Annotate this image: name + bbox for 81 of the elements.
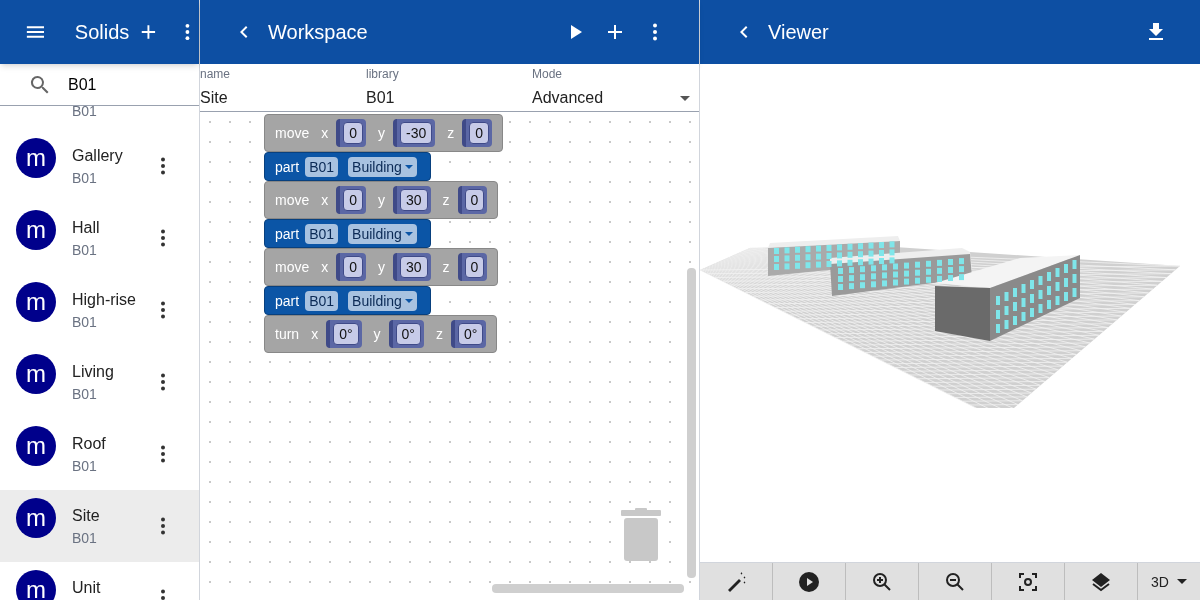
axis-label: x [321, 258, 329, 277]
avatar: m [16, 570, 56, 600]
block-label: move [275, 258, 310, 277]
part-dropdown[interactable]: Building [348, 223, 417, 244]
panel-title: Viewer [768, 20, 830, 45]
item-title: Site [72, 506, 101, 526]
axis-label: y [378, 124, 386, 143]
number-field[interactable]: 30 [400, 256, 428, 278]
number-field[interactable]: 30 [400, 189, 428, 211]
dropdown-icon [404, 298, 413, 303]
item-title: Roof [72, 434, 107, 454]
item-subtitle: B01 [72, 457, 98, 476]
axis-label: z [447, 124, 455, 143]
item-subtitle: B01 [72, 313, 98, 332]
move-block[interactable]: move x 0 y 30 z 0 [264, 248, 499, 286]
mode-select[interactable]: Mode Advanced [532, 64, 698, 111]
part-block[interactable]: part B01 Building [264, 219, 431, 248]
item-title: Hall [72, 218, 101, 238]
axis-label: y [378, 258, 386, 277]
avatar: m [16, 282, 56, 322]
item-subtitle: B01 [72, 385, 98, 404]
number-field[interactable]: 0 [464, 256, 485, 278]
view-mode-select[interactable]: 3D [1138, 563, 1200, 600]
play-icon [797, 569, 821, 594]
block-label: part [275, 224, 300, 244]
move-block[interactable]: move x 0 y 30 z 0 [264, 181, 499, 219]
item-subtitle: B01 [72, 169, 98, 188]
axis-label: y [373, 325, 381, 344]
number-field[interactable]: 0 [469, 122, 490, 144]
block-label: turn [275, 325, 300, 344]
axis-label: y [378, 191, 386, 210]
item-subtitle: B01 [72, 106, 97, 116]
item-title: Gallery [72, 146, 124, 166]
text-field[interactable]: name Site [200, 64, 366, 111]
block-label: move [275, 124, 310, 143]
number-field[interactable]: 0° [333, 323, 359, 345]
turn-block[interactable]: turn x 0° y 0° z 0° [264, 315, 498, 353]
number-field[interactable]: 0 [343, 256, 364, 278]
number-field[interactable]: 0 [343, 122, 364, 144]
horizontal-scrollbar[interactable] [492, 584, 684, 593]
item-subtitle: B01 [72, 529, 98, 548]
axis-label: z [442, 191, 450, 210]
panel-title: Solids [74, 20, 130, 45]
part-block[interactable]: part B01 Building [264, 152, 431, 181]
dropdown-icon [404, 231, 413, 236]
axis-label: z [435, 325, 443, 344]
dropdown-icon [404, 164, 413, 169]
avatar: m [16, 426, 56, 466]
part-block[interactable]: part B01 Building [264, 286, 431, 315]
item-title: High-rise [72, 290, 137, 310]
axis-label: x [321, 124, 329, 143]
block-label: move [275, 191, 310, 210]
library-field[interactable]: B01 [305, 223, 339, 244]
library-field[interactable]: B01 [305, 156, 339, 177]
item-subtitle: B01 [72, 241, 98, 260]
item-title: Unit [72, 578, 102, 598]
number-field[interactable]: -30 [400, 122, 433, 144]
number-field[interactable]: 0° [395, 323, 421, 345]
avatar: m [16, 210, 56, 250]
dropdown-icon [680, 95, 690, 101]
list-item[interactable]: m Site B01 [0, 490, 199, 562]
library-field[interactable]: B01 [305, 290, 339, 311]
part-dropdown[interactable]: Building [348, 290, 417, 311]
block-label: part [275, 157, 300, 177]
dropdown-icon [1176, 579, 1187, 584]
item-title: Living [72, 362, 115, 382]
avatar: m [16, 354, 56, 394]
avatar: m [16, 498, 56, 538]
axis-label: x [311, 325, 319, 344]
axis-label: x [321, 191, 329, 210]
avatar: m [16, 138, 56, 178]
block-label: part [275, 291, 300, 311]
text-field[interactable]: library B01 [366, 64, 532, 111]
move-block[interactable]: move x 0 y -30 z 0 [264, 114, 504, 152]
part-dropdown[interactable]: Building [348, 156, 417, 177]
axis-label: z [442, 258, 450, 277]
panel-title: Workspace [268, 20, 369, 45]
vertical-scrollbar[interactable] [687, 268, 696, 578]
number-field[interactable]: 0 [464, 189, 485, 211]
number-field[interactable]: 0° [457, 323, 484, 345]
number-field[interactable]: 0 [343, 189, 364, 211]
